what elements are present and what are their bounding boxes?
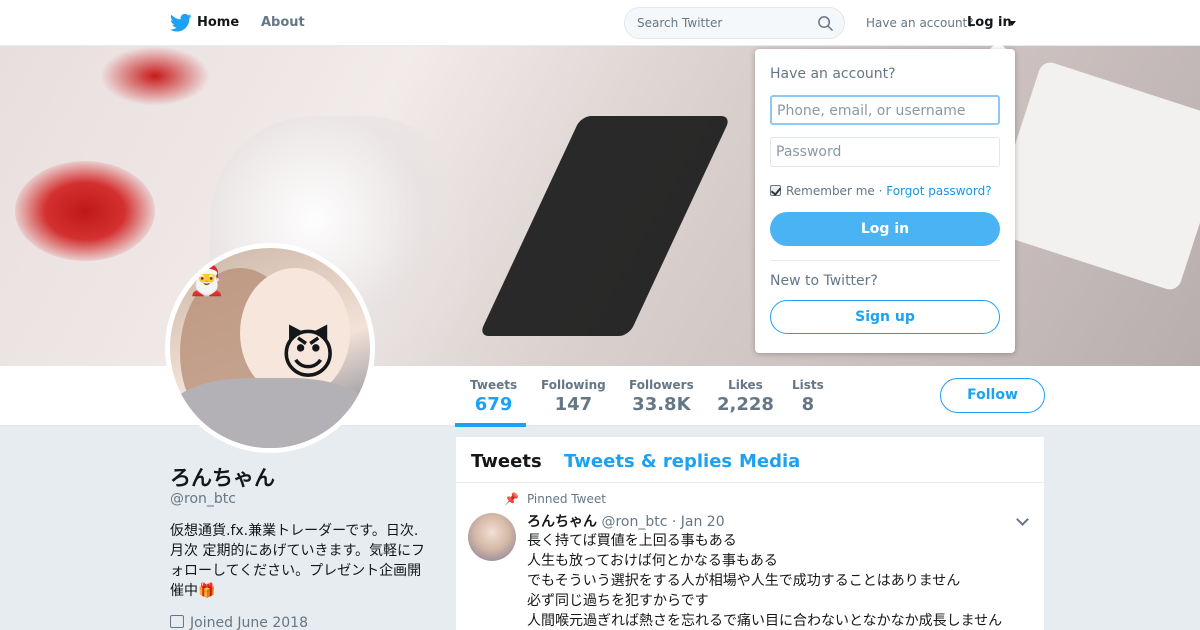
stat-label: Likes xyxy=(728,378,763,392)
username-field[interactable]: Phone, email, or username xyxy=(770,95,1000,125)
login-dropdown: Have an account? Phone, email, or userna… xyxy=(755,49,1015,353)
forgot-password-link[interactable]: Forgot password? xyxy=(886,184,991,198)
profile-handle[interactable]: @ron_btc xyxy=(170,491,236,507)
calendar-icon xyxy=(170,615,184,628)
nav-home-link[interactable]: Home xyxy=(197,15,239,30)
remember-row: Remember me · Forgot password? xyxy=(770,184,992,198)
top-nav: Home About Search Twitter Have an accoun… xyxy=(0,0,1200,46)
pinned-text: Pinned Tweet xyxy=(526,492,606,506)
tweet-header: ろんちゃん @ron_btc · Jan 20 xyxy=(527,511,725,531)
stat-value: 2,228 xyxy=(717,394,774,415)
new-to-twitter-text: New to Twitter? xyxy=(770,273,878,289)
remember-label[interactable]: Remember me · xyxy=(786,184,882,198)
tweet-line: 人生も放っておけば何とかなる事もある xyxy=(527,553,778,569)
tweet-line: でもそういう選択をする人が相場や人生で成功することはありません xyxy=(527,573,961,589)
stat-value: 8 xyxy=(801,394,815,415)
password-field[interactable]: Password xyxy=(770,137,1000,167)
have-account-text: Have an account? xyxy=(866,16,974,30)
login-dropdown-toggle[interactable]: Log in xyxy=(967,15,1012,30)
timeline-tabs: Tweets Tweets & replies Media xyxy=(456,437,1044,483)
profile-avatar[interactable]: 🎅 😈 xyxy=(165,243,375,453)
stat-likes[interactable]: Likes 2,228 xyxy=(717,378,774,415)
stat-value: 147 xyxy=(554,394,593,415)
tweet-text: 長く持てば買値を上回る事もある 人生も放っておけば何とかなる事もある でもそうい… xyxy=(527,531,1027,630)
stat-label: Tweets xyxy=(470,378,518,392)
follow-button[interactable]: Follow xyxy=(940,378,1045,413)
search-input[interactable]: Search Twitter xyxy=(624,7,845,39)
stat-label: Lists xyxy=(792,378,824,392)
tab-tweets-replies[interactable]: Tweets & replies xyxy=(564,451,732,472)
timeline: Tweets Tweets & replies Media 📌 Pinned Tw… xyxy=(456,437,1044,630)
signup-button[interactable]: Sign up xyxy=(770,300,1000,334)
divider xyxy=(770,260,1000,261)
stat-value: 679 xyxy=(474,394,513,415)
tweet-avatar[interactable] xyxy=(468,513,516,561)
caret-down-icon[interactable] xyxy=(1008,21,1016,26)
stat-following[interactable]: Following 147 xyxy=(541,378,606,415)
search-icon[interactable] xyxy=(817,15,834,32)
joined-date: Joined June 2018 xyxy=(170,615,308,630)
login-button[interactable]: Log in xyxy=(770,212,1000,246)
stat-lists[interactable]: Lists 8 xyxy=(792,378,824,415)
stat-label: Following xyxy=(541,378,606,392)
remember-checkbox[interactable] xyxy=(770,185,781,196)
pin-icon: 📌 xyxy=(504,492,519,506)
profile-name[interactable]: ろんちゃん xyxy=(170,462,275,492)
joined-text: Joined June 2018 xyxy=(190,615,308,630)
active-stat-underline xyxy=(455,423,526,427)
tweet-line: 人間喉元過ぎれば熱さを忘れるで痛い目に合わないとなかなか成長しません xyxy=(527,613,1003,629)
stat-value: 33.8K xyxy=(632,394,691,415)
profile-bio: 仮想通貨.fx.兼業トレーダーです。日次.月次 定期的にあげていきます。気軽にフ… xyxy=(170,523,426,599)
tab-tweets[interactable]: Tweets xyxy=(471,451,542,472)
chevron-down-icon[interactable] xyxy=(1016,513,1029,526)
tab-media[interactable]: Media xyxy=(739,451,800,472)
tweet-line: 必ず同じ過ちを犯すからです xyxy=(527,593,709,609)
tweet-meta[interactable]: @ron_btc · Jan 20 xyxy=(601,514,724,530)
twitter-bird-icon[interactable] xyxy=(170,13,192,33)
tweet-line: 長く持てば買値を上回る事もある xyxy=(527,533,737,549)
dropdown-title: Have an account? xyxy=(770,66,896,82)
nav-about-link[interactable]: About xyxy=(261,15,305,30)
tweet-author-name[interactable]: ろんちゃん xyxy=(527,514,597,530)
stat-label: Followers xyxy=(629,378,694,392)
stat-followers[interactable]: Followers 33.8K xyxy=(629,378,694,415)
pinned-label: 📌 Pinned Tweet xyxy=(504,492,606,506)
stat-tweets[interactable]: Tweets 679 xyxy=(470,378,517,415)
search-placeholder: Search Twitter xyxy=(637,16,723,30)
